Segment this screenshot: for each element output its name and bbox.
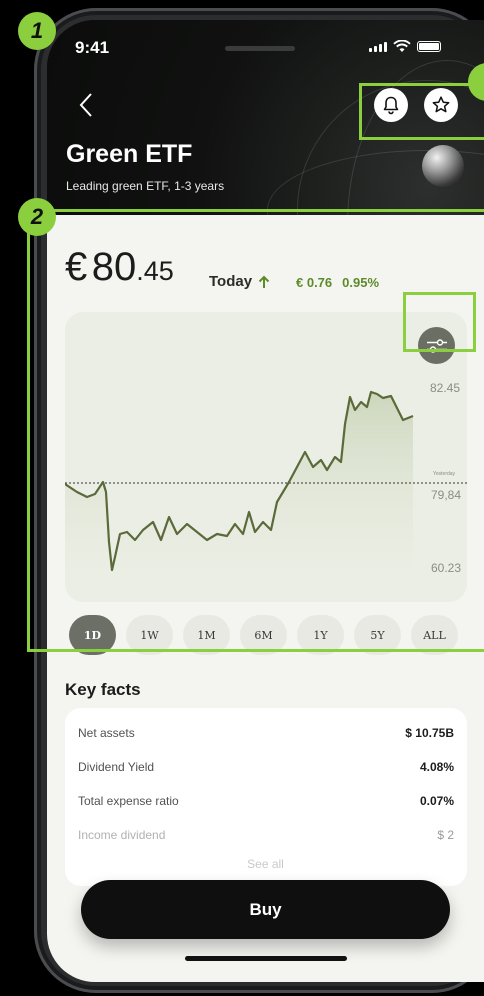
annotation-badge-1: 1: [18, 12, 56, 50]
key-fact-label: Income dividend: [78, 828, 166, 842]
battery-icon: [417, 41, 441, 52]
see-all-link[interactable]: See all: [47, 857, 484, 871]
key-fact-value: 0.07%: [419, 794, 454, 808]
page-subtitle: Leading green ETF, 1-3 years: [66, 179, 225, 193]
globe-orb: [422, 145, 464, 187]
key-fact-row: Income dividend $ 2: [78, 828, 454, 842]
key-fact-value: 4.08%: [419, 760, 454, 774]
header-actions-highlight: [359, 83, 484, 140]
key-fact-label: Dividend Yield: [78, 760, 155, 774]
key-fact-row: Total expense ratio 0.07%: [78, 794, 454, 808]
key-fact-label: Net assets: [78, 726, 135, 740]
filter-button-highlight: [403, 292, 476, 352]
key-facts-title: Key facts: [65, 680, 141, 699]
chart-section-highlight: [27, 209, 484, 652]
home-indicator: [185, 956, 347, 961]
key-fact-label: Total expense ratio: [78, 794, 179, 808]
signal-icon: [369, 41, 387, 52]
key-fact-row: Dividend Yield 4.08%: [78, 760, 454, 774]
dynamic-island: [225, 46, 295, 51]
buy-button[interactable]: Buy: [81, 880, 450, 939]
wifi-icon: [393, 40, 411, 52]
annotation-badge-2: 2: [18, 198, 56, 236]
page-title: Green ETF: [66, 140, 193, 168]
key-fact-value: $ 10.75B: [405, 726, 454, 740]
status-icons: [369, 40, 441, 53]
key-fact-row: Net assets $ 10.75B: [78, 726, 454, 740]
key-fact-value: $ 2: [437, 828, 454, 842]
back-icon[interactable]: [73, 90, 103, 120]
status-time: 9:41: [75, 38, 110, 57]
